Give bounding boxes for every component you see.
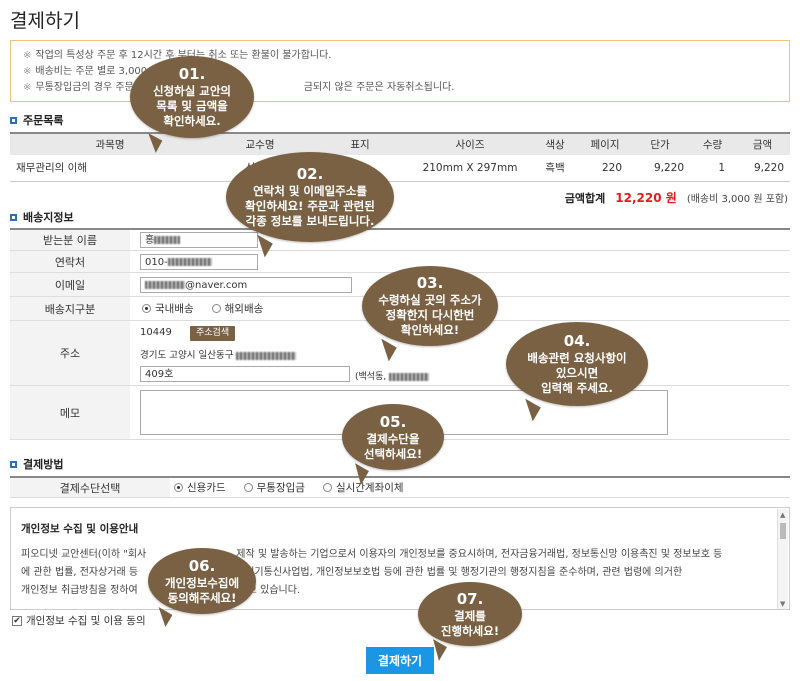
phone-label: 연락처 [10, 251, 130, 272]
radio-overseas[interactable]: 해외배송 [211, 301, 263, 316]
order-summary: 금액합계 12,220 원 (배송비 3,000 원 포함) [565, 189, 788, 206]
region-label: 배송지구분 [10, 297, 130, 320]
email-label: 이메일 [10, 273, 130, 296]
row-payment-method: 결제수단선택 신용카드 무통장입금 실시간계좌이체 [10, 476, 790, 498]
privacy-text-line: 피오디넷 교안센터(이하 "회사 제작 및 발송하는 기업으로서 이용자의 개인정… [21, 549, 723, 560]
radio-domestic[interactable]: 국내배송 [142, 301, 194, 316]
section-marker-icon [10, 460, 17, 468]
bubble-01: 01. 신청하실 교안의 목록 및 금액을 확인하세요. [130, 56, 254, 153]
scroll-down-icon: ▼ [780, 600, 786, 608]
col-header: 색상 [530, 132, 580, 155]
name-label: 받는분 이름 [10, 230, 130, 250]
phone-input[interactable]: 010- [140, 254, 258, 270]
table-cell: 210mm X 297mm [410, 155, 530, 182]
section-payment-title: 결제방법 [10, 456, 63, 472]
row-name: 받는분 이름 홍 [10, 230, 790, 251]
col-header: 표지 [310, 132, 410, 155]
notice-box: ※작업의 특성상 주문 후 12시간 후 부터는 취소 또는 환불이 불가합니다… [10, 40, 790, 102]
scroll-thumb [780, 523, 786, 539]
summary-amount: 12,220 원 [615, 191, 677, 205]
radio-selected-icon [174, 483, 183, 492]
payment-method-label: 결제수단선택 [10, 478, 170, 497]
name-input[interactable]: 홍 [140, 232, 258, 248]
memo-label: 메모 [10, 386, 130, 439]
table-cell: 1 [690, 155, 735, 182]
table-row: 재무관리의 이해 신언명 210mm X 297mm 흑백 220 9,220 … [10, 155, 790, 182]
bubble-03: 03. 수령하실 곳의 주소가 정확한지 다시한번 확인하세요! [362, 266, 498, 362]
bubble-02: 02. 연락처 및 이메일주소를 확인하세요! 주문과 관련된 각종 정보를 보… [226, 152, 394, 258]
summary-shipping-note: (배송비 3,000 원 포함) [686, 194, 788, 205]
address-line1-field[interactable]: 경기도 고양시 일산동구 [140, 347, 297, 361]
bubble-05: 05. 결제수단을 선택하세요! [342, 404, 444, 485]
scroll-up-icon: ▲ [780, 511, 786, 519]
col-header: 사이즈 [410, 132, 530, 155]
notice-line: ※작업의 특성상 주문 후 12시간 후 부터는 취소 또는 환불이 불가합니다… [23, 50, 332, 61]
privacy-text-line: 에 관한 법률, 전자상거래 등한 법률, 전기통신사업법, 개인정보보호법 등… [21, 567, 683, 578]
radio-realtime-transfer[interactable]: 실시간계좌이체 [322, 480, 404, 495]
privacy-agree[interactable]: ✔ 개인정보 수집 및 이용 동의 [12, 613, 146, 628]
radio-empty-icon [243, 483, 253, 492]
bubble-06: 06. 개인정보수집에 동의해주세요! [148, 548, 256, 628]
table-cell: 9,220 [735, 155, 790, 182]
pay-button[interactable]: 결제하기 [366, 647, 434, 674]
col-header: 단가 [630, 132, 690, 155]
order-table-header: 과목명 교수명 표지 사이즈 색상 페이지 단가 수량 금액 [10, 132, 790, 155]
radio-selected-icon [142, 304, 151, 313]
radio-empty-icon [322, 483, 332, 492]
bubble-04: 04. 배송관련 요청사항이 있으시면 입력해 주세요. [506, 322, 648, 422]
col-header: 페이지 [580, 132, 630, 155]
table-cell: 흑백 [530, 155, 580, 182]
col-header: 금액 [735, 132, 790, 155]
radio-bank-deposit[interactable]: 무통장입금 [243, 480, 305, 495]
radio-credit-card[interactable]: 신용카드 [174, 480, 226, 495]
address-label: 주소 [10, 321, 130, 385]
email-input[interactable]: @naver.com [140, 277, 352, 293]
table-cell: 재무관리의 이해 [10, 155, 210, 182]
page-title: 결제하기 [10, 10, 80, 32]
summary-label: 금액합계 [564, 192, 606, 205]
table-cell: 9,220 [630, 155, 690, 182]
bubble-07: 07. 결제를 진행하세요! [418, 582, 522, 661]
address-extra: (백석동, [355, 369, 430, 382]
section-order-title: 주문목록 [10, 112, 63, 128]
section-marker-icon [10, 116, 17, 124]
privacy-title: 개인정보 수집 및 이용안내 [21, 523, 139, 535]
zipcode-field[interactable]: 10449 [140, 326, 188, 342]
section-marker-icon [10, 213, 17, 221]
table-cell: 220 [580, 155, 630, 182]
privacy-text-line: 개인정보 취급방침을 정하여 고 있습니다. [21, 585, 301, 596]
agree-label: 개인정보 수집 및 이용 동의 [26, 615, 146, 627]
order-table: 과목명 교수명 표지 사이즈 색상 페이지 단가 수량 금액 재무관리의 이해 … [10, 132, 790, 182]
privacy-scrollbar[interactable]: ▲ ▼ [777, 509, 788, 609]
privacy-notice: 개인정보 수집 및 이용안내 피오디넷 교안센터(이하 "회사 제작 및 발송하는… [10, 507, 790, 610]
address-search-button[interactable]: 주소검색 [190, 326, 236, 341]
col-header: 수량 [690, 132, 735, 155]
section-shipping-title: 배송지정보 [10, 209, 74, 225]
radio-empty-icon [211, 304, 221, 313]
checkbox-checked-icon[interactable]: ✔ [12, 615, 22, 626]
address-line2-input[interactable]: 409호 [140, 366, 350, 382]
